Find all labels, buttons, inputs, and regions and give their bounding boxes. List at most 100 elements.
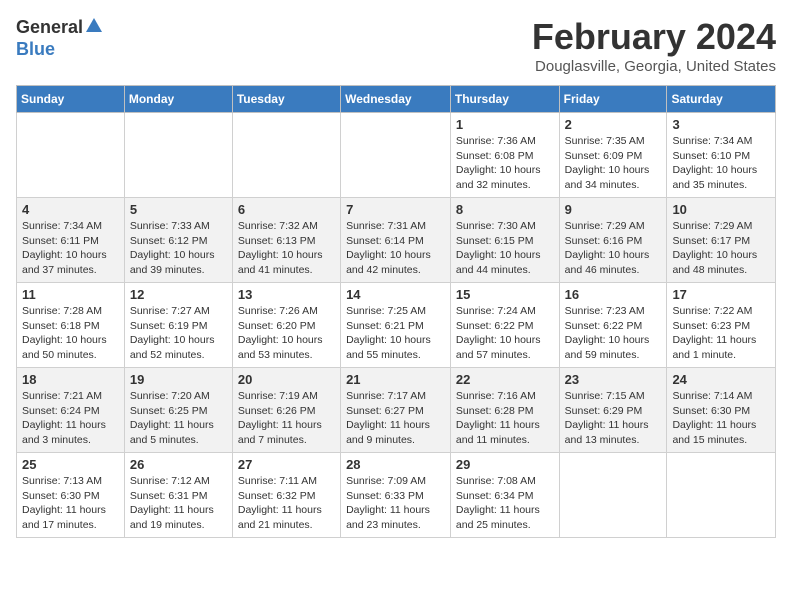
- calendar-cell: 21Sunrise: 7:17 AM Sunset: 6:27 PM Dayli…: [341, 368, 451, 453]
- week-row-4: 25 Sunrise: 7:13 AM Sunset: 6:30 PM Dayli…: [17, 453, 776, 538]
- calendar-cell: 7Sunrise: 7:31 AM Sunset: 6:14 PM Daylig…: [341, 198, 451, 283]
- calendar-cell: 17 Sunrise: 7:22 AM Sunset: 6:23 PM Dayli…: [667, 283, 776, 368]
- calendar-table: SundayMondayTuesdayWednesdayThursdayFrid…: [16, 85, 776, 538]
- calendar-cell: 13 Sunrise: 7:26 AM Sunset: 6:20 PM Dayli…: [232, 283, 340, 368]
- calendar-cell: 23 Sunrise: 7:15 AM Sunset: 6:29 PM Dayli…: [559, 368, 667, 453]
- header-day-saturday: Saturday: [667, 86, 776, 113]
- calendar-cell: 12Sunrise: 7:27 AM Sunset: 6:19 PM Dayli…: [124, 283, 232, 368]
- day-detail: Sunrise: 7:24 AM Sunset: 6:22 PM Dayligh…: [456, 304, 554, 363]
- header-day-friday: Friday: [559, 86, 667, 113]
- day-detail: Sunrise: 7:28 AM Sunset: 6:18 PM Dayligh…: [22, 304, 119, 363]
- calendar-cell: 28 Sunrise: 7:09 AM Sunset: 6:33 PM Dayli…: [341, 453, 451, 538]
- header-day-thursday: Thursday: [450, 86, 559, 113]
- logo-blue-text: Blue: [16, 39, 55, 59]
- day-detail: Sunrise: 7:32 AM Sunset: 6:13 PM Dayligh…: [238, 219, 335, 278]
- day-number: 3: [672, 117, 770, 132]
- day-number: 11: [22, 287, 119, 302]
- calendar-cell: [232, 113, 340, 198]
- day-number: 18: [22, 372, 119, 387]
- day-detail: Sunrise: 7:30 AM Sunset: 6:15 PM Dayligh…: [456, 219, 554, 278]
- day-number: 9: [565, 202, 662, 217]
- calendar-cell: 20 Sunrise: 7:19 AM Sunset: 6:26 PM Dayli…: [232, 368, 340, 453]
- day-detail: Sunrise: 7:14 AM Sunset: 6:30 PM Dayligh…: [672, 389, 770, 448]
- day-detail: Sunrise: 7:11 AM Sunset: 6:32 PM Dayligh…: [238, 474, 335, 533]
- week-row-3: 18 Sunrise: 7:21 AM Sunset: 6:24 PM Dayli…: [17, 368, 776, 453]
- day-detail: Sunrise: 7:29 AM Sunset: 6:16 PM Dayligh…: [565, 219, 662, 278]
- month-title: February 2024: [532, 16, 776, 58]
- header-day-tuesday: Tuesday: [232, 86, 340, 113]
- calendar-cell: 11 Sunrise: 7:28 AM Sunset: 6:18 PM Dayli…: [17, 283, 125, 368]
- calendar-cell: 24 Sunrise: 7:14 AM Sunset: 6:30 PM Dayli…: [667, 368, 776, 453]
- calendar-cell: 15 Sunrise: 7:24 AM Sunset: 6:22 PM Dayli…: [450, 283, 559, 368]
- day-number: 1: [456, 117, 554, 132]
- day-number: 19: [130, 372, 227, 387]
- calendar-cell: 6 Sunrise: 7:32 AM Sunset: 6:13 PM Daylig…: [232, 198, 340, 283]
- calendar-cell: 25 Sunrise: 7:13 AM Sunset: 6:30 PM Dayli…: [17, 453, 125, 538]
- day-detail: Sunrise: 7:33 AM Sunset: 6:12 PM Dayligh…: [130, 219, 227, 278]
- day-number: 5: [130, 202, 227, 217]
- logo-general-text: General: [16, 17, 83, 38]
- calendar-cell: 22 Sunrise: 7:16 AM Sunset: 6:28 PM Dayli…: [450, 368, 559, 453]
- day-detail: Sunrise: 7:34 AM Sunset: 6:10 PM Dayligh…: [672, 134, 770, 193]
- calendar-cell: 9 Sunrise: 7:29 AM Sunset: 6:16 PM Daylig…: [559, 198, 667, 283]
- day-detail: Sunrise: 7:31 AM Sunset: 6:14 PM Dayligh…: [346, 219, 445, 278]
- header-day-sunday: Sunday: [17, 86, 125, 113]
- day-number: 27: [238, 457, 335, 472]
- day-detail: Sunrise: 7:22 AM Sunset: 6:23 PM Dayligh…: [672, 304, 770, 363]
- day-detail: Sunrise: 7:13 AM Sunset: 6:30 PM Dayligh…: [22, 474, 119, 533]
- day-detail: Sunrise: 7:21 AM Sunset: 6:24 PM Dayligh…: [22, 389, 119, 448]
- calendar-cell: 29 Sunrise: 7:08 AM Sunset: 6:34 PM Dayli…: [450, 453, 559, 538]
- day-number: 26: [130, 457, 227, 472]
- header-day-wednesday: Wednesday: [341, 86, 451, 113]
- day-detail: Sunrise: 7:20 AM Sunset: 6:25 PM Dayligh…: [130, 389, 227, 448]
- day-number: 17: [672, 287, 770, 302]
- calendar-cell: [341, 113, 451, 198]
- logo-icon: [85, 16, 103, 34]
- day-number: 13: [238, 287, 335, 302]
- calendar-cell: [559, 453, 667, 538]
- day-number: 15: [456, 287, 554, 302]
- calendar-cell: 10 Sunrise: 7:29 AM Sunset: 6:17 PM Dayli…: [667, 198, 776, 283]
- day-detail: Sunrise: 7:23 AM Sunset: 6:22 PM Dayligh…: [565, 304, 662, 363]
- day-detail: Sunrise: 7:09 AM Sunset: 6:33 PM Dayligh…: [346, 474, 445, 533]
- day-detail: Sunrise: 7:34 AM Sunset: 6:11 PM Dayligh…: [22, 219, 119, 278]
- day-number: 29: [456, 457, 554, 472]
- day-number: 2: [565, 117, 662, 132]
- calendar-cell: 27 Sunrise: 7:11 AM Sunset: 6:32 PM Dayli…: [232, 453, 340, 538]
- day-detail: Sunrise: 7:19 AM Sunset: 6:26 PM Dayligh…: [238, 389, 335, 448]
- calendar-cell: 8 Sunrise: 7:30 AM Sunset: 6:15 PM Daylig…: [450, 198, 559, 283]
- location-title: Douglasville, Georgia, United States: [532, 58, 776, 75]
- header-day-monday: Monday: [124, 86, 232, 113]
- day-number: 6: [238, 202, 335, 217]
- calendar-cell: 5 Sunrise: 7:33 AM Sunset: 6:12 PM Daylig…: [124, 198, 232, 283]
- calendar-header-row: SundayMondayTuesdayWednesdayThursdayFrid…: [17, 86, 776, 113]
- day-number: 24: [672, 372, 770, 387]
- day-number: 4: [22, 202, 119, 217]
- calendar-cell: 26Sunrise: 7:12 AM Sunset: 6:31 PM Dayli…: [124, 453, 232, 538]
- day-detail: Sunrise: 7:35 AM Sunset: 6:09 PM Dayligh…: [565, 134, 662, 193]
- day-number: 20: [238, 372, 335, 387]
- day-detail: Sunrise: 7:36 AM Sunset: 6:08 PM Dayligh…: [456, 134, 554, 193]
- day-number: 22: [456, 372, 554, 387]
- calendar-cell: 18 Sunrise: 7:21 AM Sunset: 6:24 PM Dayli…: [17, 368, 125, 453]
- week-row-1: 4 Sunrise: 7:34 AM Sunset: 6:11 PM Daylig…: [17, 198, 776, 283]
- day-detail: Sunrise: 7:08 AM Sunset: 6:34 PM Dayligh…: [456, 474, 554, 533]
- calendar-cell: 14Sunrise: 7:25 AM Sunset: 6:21 PM Dayli…: [341, 283, 451, 368]
- day-number: 12: [130, 287, 227, 302]
- day-number: 14: [346, 287, 445, 302]
- day-number: 10: [672, 202, 770, 217]
- day-number: 16: [565, 287, 662, 302]
- calendar-cell: [17, 113, 125, 198]
- day-number: 28: [346, 457, 445, 472]
- day-number: 25: [22, 457, 119, 472]
- day-number: 23: [565, 372, 662, 387]
- day-detail: Sunrise: 7:15 AM Sunset: 6:29 PM Dayligh…: [565, 389, 662, 448]
- title-area: February 2024 Douglasville, Georgia, Uni…: [532, 16, 776, 75]
- calendar-cell: 4 Sunrise: 7:34 AM Sunset: 6:11 PM Daylig…: [17, 198, 125, 283]
- calendar-cell: 3 Sunrise: 7:34 AM Sunset: 6:10 PM Daylig…: [667, 113, 776, 198]
- day-detail: Sunrise: 7:26 AM Sunset: 6:20 PM Dayligh…: [238, 304, 335, 363]
- day-detail: Sunrise: 7:29 AM Sunset: 6:17 PM Dayligh…: [672, 219, 770, 278]
- calendar-body: 1 Sunrise: 7:36 AM Sunset: 6:08 PM Daylig…: [17, 113, 776, 538]
- day-detail: Sunrise: 7:16 AM Sunset: 6:28 PM Dayligh…: [456, 389, 554, 448]
- day-number: 8: [456, 202, 554, 217]
